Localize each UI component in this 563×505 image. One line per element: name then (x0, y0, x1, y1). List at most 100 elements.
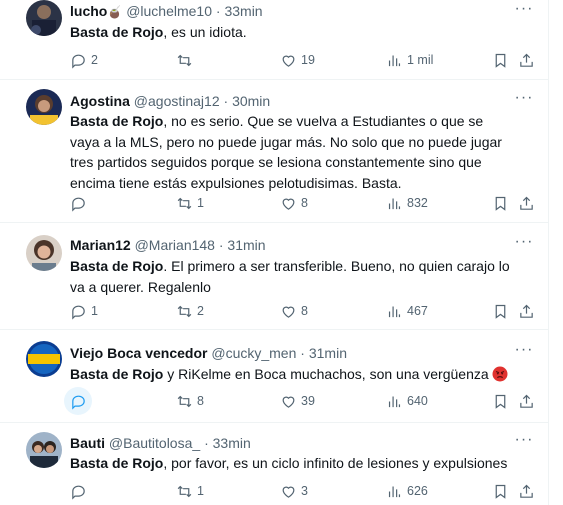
like-button[interactable]: 3 (280, 480, 308, 502)
tweet[interactable]: Viejo Boca vencedor @cucky_men · 31min ·… (0, 330, 548, 423)
share-button[interactable] (518, 480, 535, 502)
bookmark-icon (495, 394, 506, 409)
hashtag-phrase[interactable]: Basta de Rojo (70, 258, 163, 274)
handle[interactable]: @cucky_men (211, 345, 296, 361)
handle[interactable]: @Bautitolosa_ (109, 435, 200, 451)
like-button[interactable]: 8 (280, 300, 308, 322)
speech-bubble-icon (72, 197, 85, 212)
timestamp[interactable]: 33min (224, 3, 262, 19)
tweet-header: lucho🧉 @luchelme10 · 33min (70, 2, 508, 21)
separator: · (218, 237, 224, 253)
display-name[interactable]: Viejo Boca vencedor (70, 345, 207, 361)
tweet-actions: 1 3 626 (62, 480, 540, 502)
bookmark-icon (495, 53, 506, 68)
views-count: 832 (407, 196, 428, 210)
speech-bubble-icon (71, 395, 85, 410)
like-count: 8 (301, 196, 308, 210)
views-count: 626 (407, 484, 428, 498)
reply-button[interactable] (70, 480, 91, 502)
views-button[interactable]: 626 (386, 480, 428, 502)
views-button[interactable]: 1 mil (386, 49, 433, 71)
bookmark-button[interactable] (492, 192, 509, 214)
timestamp[interactable]: 31min (227, 237, 265, 253)
share-upload-icon (520, 484, 533, 498)
like-count: 8 (301, 304, 308, 318)
tweet[interactable]: Bauti @Bautitolosa_ · 33min ··· Basta de… (0, 423, 548, 505)
tweet[interactable]: Marian12 @Marian148 · 31min ··· Basta de… (0, 223, 548, 330)
hashtag-phrase[interactable]: Basta de Rojo (70, 366, 163, 382)
separator: · (215, 3, 221, 19)
retweet-button[interactable]: 8 (176, 390, 204, 412)
avatar[interactable] (26, 0, 62, 36)
heart-icon (282, 198, 295, 210)
handle[interactable]: @Marian148 (135, 237, 215, 253)
views-count: 1 mil (407, 53, 434, 67)
hashtag-phrase[interactable]: Basta de Rojo (70, 455, 163, 471)
more-dots-icon[interactable]: ··· (514, 90, 534, 111)
reply-button[interactable]: 2 (70, 49, 98, 71)
tweet[interactable]: Agostina @agostinaj12 · 30min ··· Basta … (0, 80, 548, 223)
tweet-text: Basta de Rojo. El primero a ser transfer… (70, 258, 510, 295)
display-name[interactable]: Bauti (70, 435, 105, 451)
tweet-actions: 1 2 8 467 (62, 300, 540, 322)
display-name[interactable]: Agostina (70, 93, 130, 109)
timestamp[interactable]: 31min (309, 345, 347, 361)
hashtag-phrase[interactable]: Basta de Rojo (70, 113, 163, 129)
timestamp[interactable]: 33min (213, 435, 251, 451)
like-button[interactable]: 8 (280, 192, 308, 214)
bookmark-button[interactable] (492, 49, 509, 71)
views-count: 467 (407, 304, 428, 318)
like-button[interactable]: 19 (280, 49, 315, 71)
more-dots-icon[interactable]: ··· (514, 432, 534, 453)
share-upload-icon (520, 304, 533, 318)
tweet-header: Agostina @agostinaj12 · 30min (70, 92, 508, 110)
views-button[interactable]: 832 (386, 192, 428, 214)
views-count: 640 (407, 394, 428, 408)
reply-button[interactable] (64, 387, 96, 415)
hashtag-phrase[interactable]: Basta de Rojo (70, 24, 163, 40)
retweet-button[interactable]: 1 (176, 192, 204, 214)
bookmark-button[interactable] (492, 300, 509, 322)
tweet-header: Viejo Boca vencedor @cucky_men · 31min (70, 344, 508, 362)
share-button[interactable] (518, 192, 535, 214)
handle[interactable]: @luchelme10 (126, 3, 212, 19)
bookmark-button[interactable] (492, 480, 509, 502)
display-name[interactable]: Marian12 (70, 237, 131, 253)
views-button[interactable]: 640 (386, 390, 428, 412)
retweet-button[interactable]: 2 (176, 300, 204, 322)
share-upload-icon (520, 394, 533, 408)
tweet[interactable]: lucho🧉 @luchelme10 · 33min ··· Basta de … (0, 0, 548, 80)
like-button[interactable]: 39 (280, 390, 315, 412)
more-dots-icon[interactable]: ··· (514, 342, 534, 363)
retweet-arrows-icon (177, 197, 192, 209)
avatar[interactable] (26, 432, 62, 468)
tweet-feed: lucho🧉 @luchelme10 · 33min ··· Basta de … (0, 0, 549, 505)
handle[interactable]: @agostinaj12 (134, 93, 220, 109)
tweet-actions: 8 39 640 (62, 387, 540, 415)
avatar[interactable] (26, 341, 62, 377)
retweet-count: 2 (197, 304, 204, 318)
reply-hover-highlight[interactable] (64, 387, 92, 415)
bookmark-button[interactable] (492, 390, 509, 412)
retweet-arrows-icon (177, 54, 192, 66)
retweet-count: 1 (197, 484, 204, 498)
more-dots-icon[interactable]: ··· (514, 234, 534, 255)
tweet-text: Basta de Rojo, por favor, es un ciclo in… (70, 455, 508, 471)
reply-button[interactable] (70, 192, 91, 214)
timestamp[interactable]: 30min (232, 93, 270, 109)
reply-button[interactable]: 1 (70, 300, 98, 322)
retweet-button[interactable]: 1 (176, 480, 204, 502)
bookmark-icon (495, 304, 506, 319)
more-dots-icon[interactable]: ··· (514, 1, 534, 22)
avatar[interactable] (26, 235, 62, 271)
bookmark-icon (495, 196, 506, 211)
share-button[interactable] (518, 390, 535, 412)
retweet-button[interactable] (176, 49, 197, 71)
display-name[interactable]: lucho (70, 3, 107, 19)
share-button[interactable] (518, 49, 535, 71)
share-upload-icon (520, 196, 533, 210)
views-button[interactable]: 467 (386, 300, 428, 322)
bar-chart-icon (388, 486, 401, 497)
share-button[interactable] (518, 300, 535, 322)
avatar[interactable] (26, 89, 62, 125)
